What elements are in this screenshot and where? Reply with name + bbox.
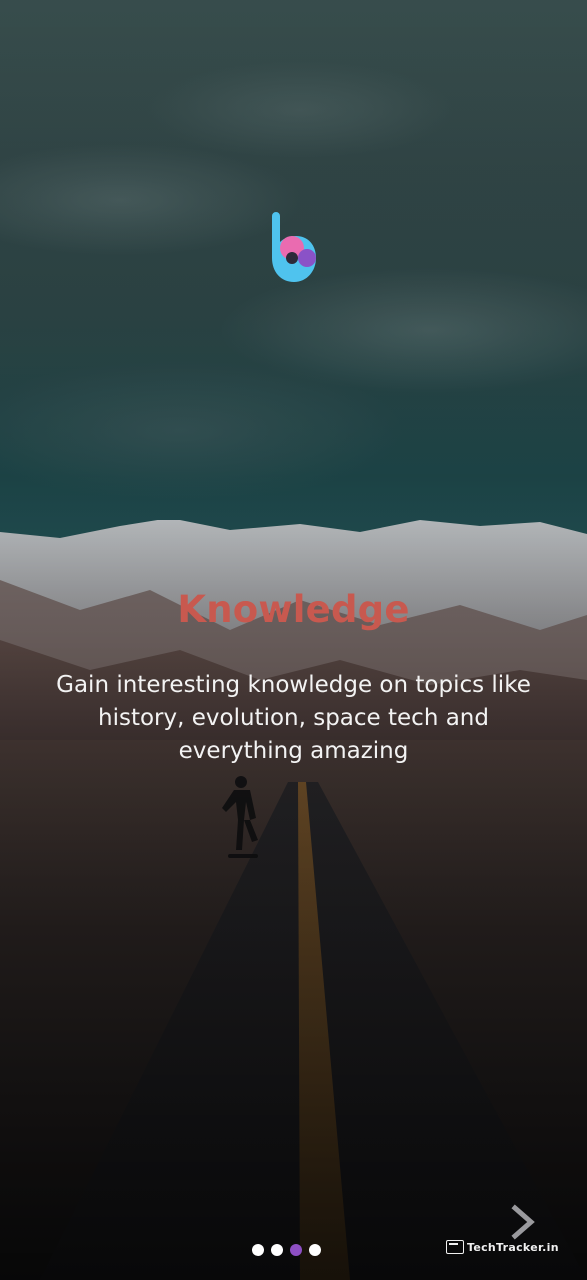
page-description: Gain interesting knowledge on topics lik… [56,672,531,764]
chevron-right-icon [511,1204,535,1240]
watermark: TechTracker.in [446,1238,559,1256]
app-logo-icon [272,212,316,282]
page-dot-3-active[interactable] [290,1244,302,1256]
page-title: Knowledge [177,588,410,631]
page-indicator [252,1244,321,1258]
page-dot-1[interactable] [252,1244,264,1256]
browser-window-icon [446,1240,464,1254]
watermark-text: TechTracker.in [467,1240,559,1254]
page-dot-4[interactable] [309,1244,321,1256]
onboarding-screen: Knowledge Gain interesting knowledge on … [0,0,587,1280]
next-button[interactable] [505,1202,541,1242]
background-overlay [0,0,587,1280]
page-dot-2[interactable] [271,1244,283,1256]
